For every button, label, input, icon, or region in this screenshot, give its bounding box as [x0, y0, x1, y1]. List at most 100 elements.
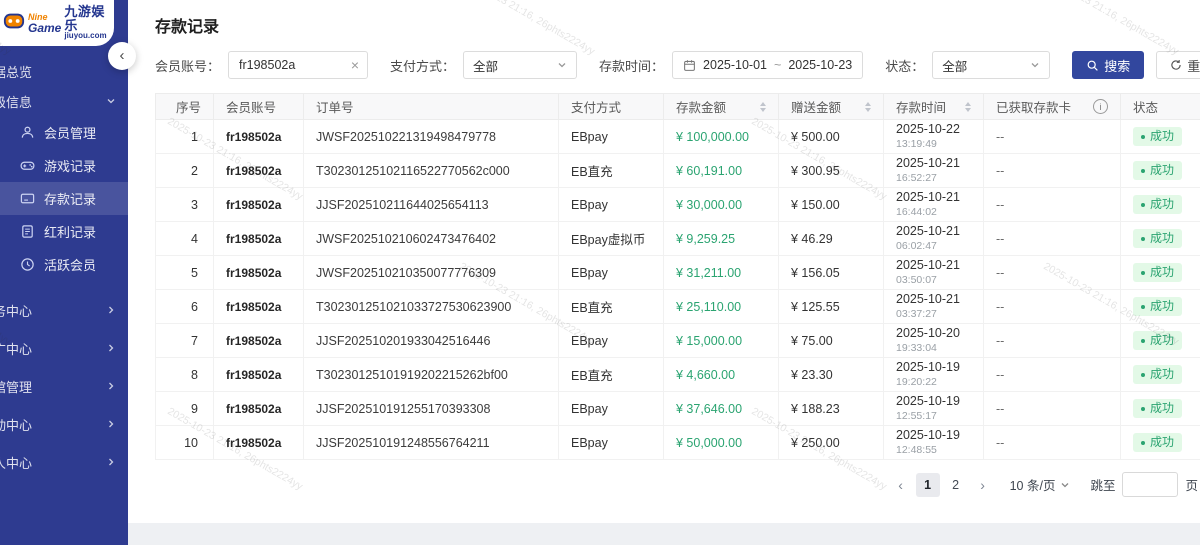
table-row: 8fr198502aT30230125101919202215262bf00EB… [156, 358, 1200, 392]
sidebar-item[interactable]: 动中心 [0, 405, 128, 443]
column-header: 订单号 [304, 94, 559, 120]
cell-status: 成功 [1121, 392, 1200, 426]
cell-account: fr198502a [214, 120, 304, 154]
cell-account: fr198502a [214, 222, 304, 256]
cell-payment-method: EBpay [559, 188, 664, 222]
date-end: 2025-10-23 [788, 58, 852, 72]
sidebar-item[interactable]: 广中心 [0, 329, 128, 367]
cell-payment-method: EBpay [559, 392, 664, 426]
cell-bonus-amount: ¥ 156.05 [779, 256, 884, 290]
column-label: 序号 [176, 97, 201, 116]
cell-status: 成功 [1121, 222, 1200, 256]
cell-account: fr198502a [214, 256, 304, 290]
cell-order-no: T30230125101919202215262bf00 [304, 358, 559, 392]
page-number-button[interactable]: 1 [916, 473, 940, 497]
status-badge: 成功 [1133, 229, 1182, 249]
status-select[interactable]: 全部 [932, 51, 1050, 79]
gamepad-icon [20, 158, 35, 173]
table-row: 5fr198502aJWSF202510210350077776309EBpay… [156, 256, 1200, 290]
cell-deposit-card: -- [984, 392, 1121, 426]
cell-deposit-card: -- [984, 222, 1121, 256]
column-header: 存款时间 [884, 94, 984, 120]
search-icon [1086, 59, 1099, 72]
cell-payment-method: EB直充 [559, 290, 664, 324]
status-badge: 成功 [1133, 399, 1182, 419]
payment-select[interactable]: 全部 [463, 51, 577, 79]
chevron-down-icon [1060, 480, 1070, 490]
cell-deposit-time: 2025-10-2019:33:04 [884, 324, 984, 358]
sort-icon[interactable] [865, 102, 871, 112]
status-badge: 成功 [1133, 433, 1182, 453]
date-separator: ~ [774, 58, 781, 72]
cell-deposit-amount: ¥ 15,000.00 [664, 324, 779, 358]
column-label: 赠送金额 [791, 97, 841, 116]
reset-icon [1170, 59, 1182, 71]
column-header: 存款金额 [664, 94, 779, 120]
cell-deposit-amount: ¥ 30,000.00 [664, 188, 779, 222]
sidebar-item-label: 广中心 [0, 339, 32, 358]
status-badge: 成功 [1133, 263, 1182, 283]
cell-deposit-time: 2025-10-2116:44:02 [884, 188, 984, 222]
cell-order-no: JJSF202510201933042516446 [304, 324, 559, 358]
logo[interactable]: Nine Game 九游娱乐 jiuyou.com [0, 0, 114, 46]
jump-page-input[interactable] [1122, 472, 1178, 497]
sidebar-item[interactable]: 存款记录 [0, 182, 128, 215]
cell-bonus-amount: ¥ 150.00 [779, 188, 884, 222]
sidebar-item-label: 人中心 [0, 453, 32, 472]
cell-bonus-amount: ¥ 188.23 [779, 392, 884, 426]
page-title: 存款记录 [128, 0, 1200, 37]
cell-deposit-time: 2025-10-2103:37:27 [884, 290, 984, 324]
sidebar-item[interactable]: 馆管理 [0, 367, 128, 405]
status-badge: 成功 [1133, 297, 1182, 317]
page-number-button[interactable]: 2 [944, 473, 968, 497]
table-row: 7fr198502aJJSF202510201933042516446EBpay… [156, 324, 1200, 358]
date-range-picker[interactable]: 2025-10-01 ~ 2025-10-23 [672, 51, 863, 79]
deposit-table: 序号会员账号订单号支付方式存款金额赠送金额存款时间已获取存款卡i状态 1fr19… [155, 93, 1200, 460]
cell-order-no: JJSF202510211644025654113 [304, 188, 559, 222]
cell-payment-method: EBpay [559, 426, 664, 460]
sidebar-item-label: 会员管理 [44, 123, 96, 142]
card-icon [20, 191, 35, 206]
sidebar-item[interactable]: 级信息 [0, 86, 128, 116]
sidebar-item-label: 游戏记录 [44, 156, 96, 175]
search-button[interactable]: 搜索 [1072, 51, 1144, 79]
logo-brand-cn: 九游娱乐 [64, 5, 114, 32]
status-label: 状态： [885, 56, 924, 75]
cell-index: 3 [156, 188, 214, 222]
cell-deposit-amount: ¥ 4,660.00 [664, 358, 779, 392]
clear-icon[interactable]: × [351, 58, 359, 72]
chevron-down-icon [106, 96, 128, 106]
sidebar-item[interactable]: 游戏记录 [0, 149, 128, 182]
sidebar-collapse-button[interactable]: ‹ [108, 42, 136, 70]
sidebar-item[interactable]: 人中心 [0, 443, 128, 481]
page-size-select[interactable]: 10 条/页 [1010, 475, 1071, 494]
sidebar-item[interactable]: 会员管理 [0, 116, 128, 149]
account-input[interactable] [237, 57, 341, 73]
cell-bonus-amount: ¥ 500.00 [779, 120, 884, 154]
date-start: 2025-10-01 [703, 58, 767, 72]
column-header: 赠送金额 [779, 94, 884, 120]
table-row: 2fr198502aT30230125102116522770562c000EB… [156, 154, 1200, 188]
chevron-right-icon [106, 343, 128, 353]
column-header: 支付方式 [559, 94, 664, 120]
table-row: 6fr198502aT302301251021033727530623900EB… [156, 290, 1200, 324]
cell-account: fr198502a [214, 290, 304, 324]
main-content: 存款记录 会员账号： × 支付方式： 全部 存款时间： 2025-10-01 ~… [128, 0, 1200, 523]
sidebar-item[interactable]: 务中心 [0, 291, 128, 329]
prev-page-button[interactable]: ‹ [890, 473, 912, 497]
reset-button[interactable]: 重置 [1156, 51, 1200, 79]
table-row: 3fr198502aJJSF202510211644025654113EBpay… [156, 188, 1200, 222]
info-icon[interactable]: i [1093, 99, 1108, 114]
table-row: 1fr198502aJWSF202510221319498479778EBpay… [156, 120, 1200, 154]
cell-bonus-amount: ¥ 46.29 [779, 222, 884, 256]
next-page-button[interactable]: › [972, 473, 994, 497]
sort-icon[interactable] [760, 102, 766, 112]
sort-icon[interactable] [965, 102, 971, 112]
sidebar-item[interactable]: 红利记录 [0, 215, 128, 248]
reset-button-label: 重置 [1187, 56, 1200, 75]
cell-deposit-amount: ¥ 31,211.00 [664, 256, 779, 290]
sidebar-item-label: 馆管理 [0, 377, 32, 396]
cell-deposit-card: -- [984, 256, 1121, 290]
cell-index: 7 [156, 324, 214, 358]
sidebar-item[interactable]: 活跃会员 [0, 248, 128, 281]
